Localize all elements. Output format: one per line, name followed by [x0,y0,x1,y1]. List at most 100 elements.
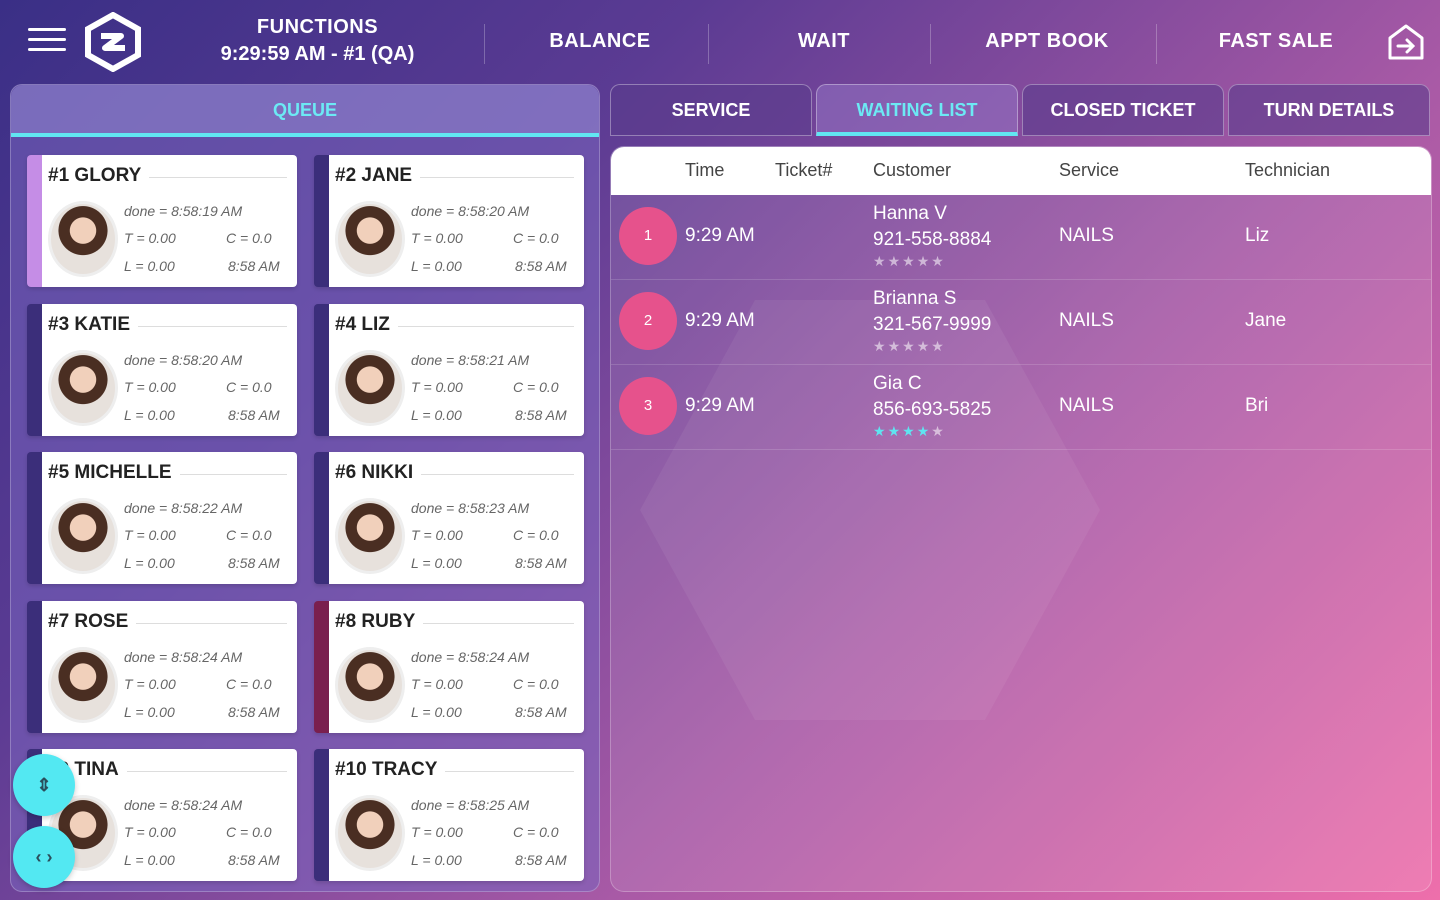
done-time: done = 8:58:20 AM [124,351,243,368]
right-tabs: SERVICE WAITING LIST CLOSED TICKET TURN … [610,84,1432,138]
expand-vertical-button[interactable]: ⇕ [13,754,75,816]
star-icon: ★ [902,253,917,269]
count-value: C = 0.0 [226,378,272,395]
tab-waiting-list[interactable]: WAITING LIST [816,84,1018,136]
l-value: L = 0.00 [411,703,462,720]
clock-in-time: 8:58 AM [515,703,567,720]
table-header: Time Ticket# Customer Service Technician [611,147,1431,195]
technician-name: #3 KATIE [48,313,139,336]
l-value: L = 0.00 [124,703,175,720]
l-value: L = 0.00 [124,555,175,571]
technician-name: #6 NIKKI [335,462,422,484]
technician-name: #7 ROSE [48,610,137,633]
customer-name: Hanna V [873,203,947,224]
done-time: done = 8:58:22 AM [124,500,243,516]
table-row[interactable]: 1 9:29 AM Hanna V 921-558-8884 ★★★★★ NAILS Liz [611,195,1431,280]
technician-card[interactable]: #7 ROSE done = 8:58:24 AM T = 0.00 C = 0.0 L… [27,600,297,733]
functions-button[interactable]: FUNCTIONS 9:29:59 AM - #1 (QA) [200,16,435,66]
nav-divider [1156,24,1157,64]
row-service: NAILS [1059,225,1114,246]
technician-card[interactable]: #1 GLORY done = 8:58:19 AM T = 0.00 C = 0.0… [27,155,297,287]
turn-value: T = 0.00 [411,675,463,692]
tab-turn-details[interactable]: TURN DETAILS [1228,84,1430,136]
star-icon: ★ [916,338,932,354]
row-service: NAILS [1059,395,1114,416]
nav-divider [484,24,485,64]
count-value: C = 0.0 [513,378,559,395]
done-time: done = 8:58:20 AM [411,203,530,219]
l-value: L = 0.00 [124,258,175,274]
customer-phone: 321-567-9999 [873,314,992,335]
technician-name: #1 GLORY [48,165,150,187]
avatar [335,646,405,723]
avatar [48,349,118,426]
done-time: done = 8:58:21 AM [411,351,530,368]
technician-card[interactable]: #10 TRACY done = 8:58:25 AM T = 0.00 C = 0.… [314,749,584,881]
column-header-ticket: Ticket# [775,160,833,180]
row-time: 9:29 AM [685,225,755,246]
turn-value: T = 0.00 [124,527,176,543]
nav-divider [930,24,931,64]
expand-vertical-icon: ⇕ [36,775,52,795]
nav-wait[interactable]: WAIT [744,30,904,53]
clock-in-time: 8:58 AM [228,406,280,423]
star-icon: ★ [931,253,946,269]
technician-card[interactable]: #3 KATIE done = 8:58:20 AM T = 0.00 C = 0.0… [27,303,297,436]
clock-in-time: 8:58 AM [228,852,280,868]
waiting-list-table: Time Ticket# Customer Service Technician… [610,146,1432,892]
nav-balance[interactable]: BALANCE [520,30,680,53]
turn-value: T = 0.00 [411,527,463,543]
count-value: C = 0.0 [513,675,559,692]
technician-name: #2 JANE [335,165,421,187]
customer-rating: ★★★★★ [873,338,946,355]
technician-name: #10 TRACY [335,759,446,781]
turn-value: T = 0.00 [124,824,176,840]
column-header-time: Time [685,160,725,180]
customer-phone: 856-693-5825 [873,399,992,420]
table-row[interactable]: 2 9:29 AM Brianna S 321-567-9999 ★★★★★ NAILS J… [611,280,1431,365]
avatar [335,201,405,277]
row-technician: Bri [1245,395,1269,416]
avatar [48,646,118,723]
star-icon: ★ [931,338,946,354]
technician-card[interactable]: #2 JANE done = 8:58:20 AM T = 0.00 C = 0.0 L… [314,155,584,287]
avatar [335,795,405,871]
row-number-badge: 3 [619,377,677,435]
nav-fast-sale[interactable]: FAST SALE [1194,30,1358,53]
l-value: L = 0.00 [124,406,175,423]
count-value: C = 0.0 [226,230,272,246]
tab-closed-ticket[interactable]: CLOSED TICKET [1022,84,1224,136]
tab-queue[interactable]: QUEUE [11,85,599,137]
app-logo [84,11,142,73]
technician-name: #5 MICHELLE [48,462,180,484]
clock-in-time: 8:58 AM [515,406,567,423]
row-service: NAILS [1059,310,1114,331]
clock-in-time: 8:58 AM [515,258,567,274]
hamburger-menu-icon[interactable] [28,28,66,56]
expand-horizontal-button[interactable]: ‹ › [13,826,75,888]
table-body: 1 9:29 AM Hanna V 921-558-8884 ★★★★★ NAILS Liz… [611,195,1431,450]
row-number-badge: 2 [619,292,677,350]
done-time: done = 8:58:24 AM [124,797,243,813]
clock-in-time: 8:58 AM [515,852,567,868]
technician-card[interactable]: #6 NIKKI done = 8:58:23 AM T = 0.00 C = 0.0… [314,452,584,584]
clock-in-time: 8:58 AM [515,555,567,571]
table-row[interactable]: 3 9:29 AM Gia C 856-693-5825 ★★★★★ NAILS Bri [611,365,1431,450]
customer-name: Brianna S [873,288,957,309]
star-icon: ★ [916,423,932,439]
logout-icon[interactable] [1386,22,1426,62]
row-technician: Jane [1245,310,1287,331]
customer-rating: ★★★★★ [873,253,946,270]
technician-card[interactable]: #8 RUBY done = 8:58:24 AM T = 0.00 C = 0.0 L… [314,600,584,733]
clock-in-time: 8:58 AM [228,703,280,720]
count-value: C = 0.0 [226,824,272,840]
turn-value: T = 0.00 [411,378,463,395]
nav-appt-book[interactable]: APPT BOOK [960,30,1134,53]
count-value: C = 0.0 [226,527,272,543]
count-value: C = 0.0 [513,230,559,246]
technician-card[interactable]: #5 MICHELLE done = 8:58:22 AM T = 0.00 C = … [27,452,297,584]
tab-service[interactable]: SERVICE [610,84,812,136]
row-technician: Liz [1245,225,1270,246]
star-icon: ★ [931,423,946,439]
technician-card[interactable]: #4 LIZ done = 8:58:21 AM T = 0.00 C = 0.0 L … [314,303,584,436]
